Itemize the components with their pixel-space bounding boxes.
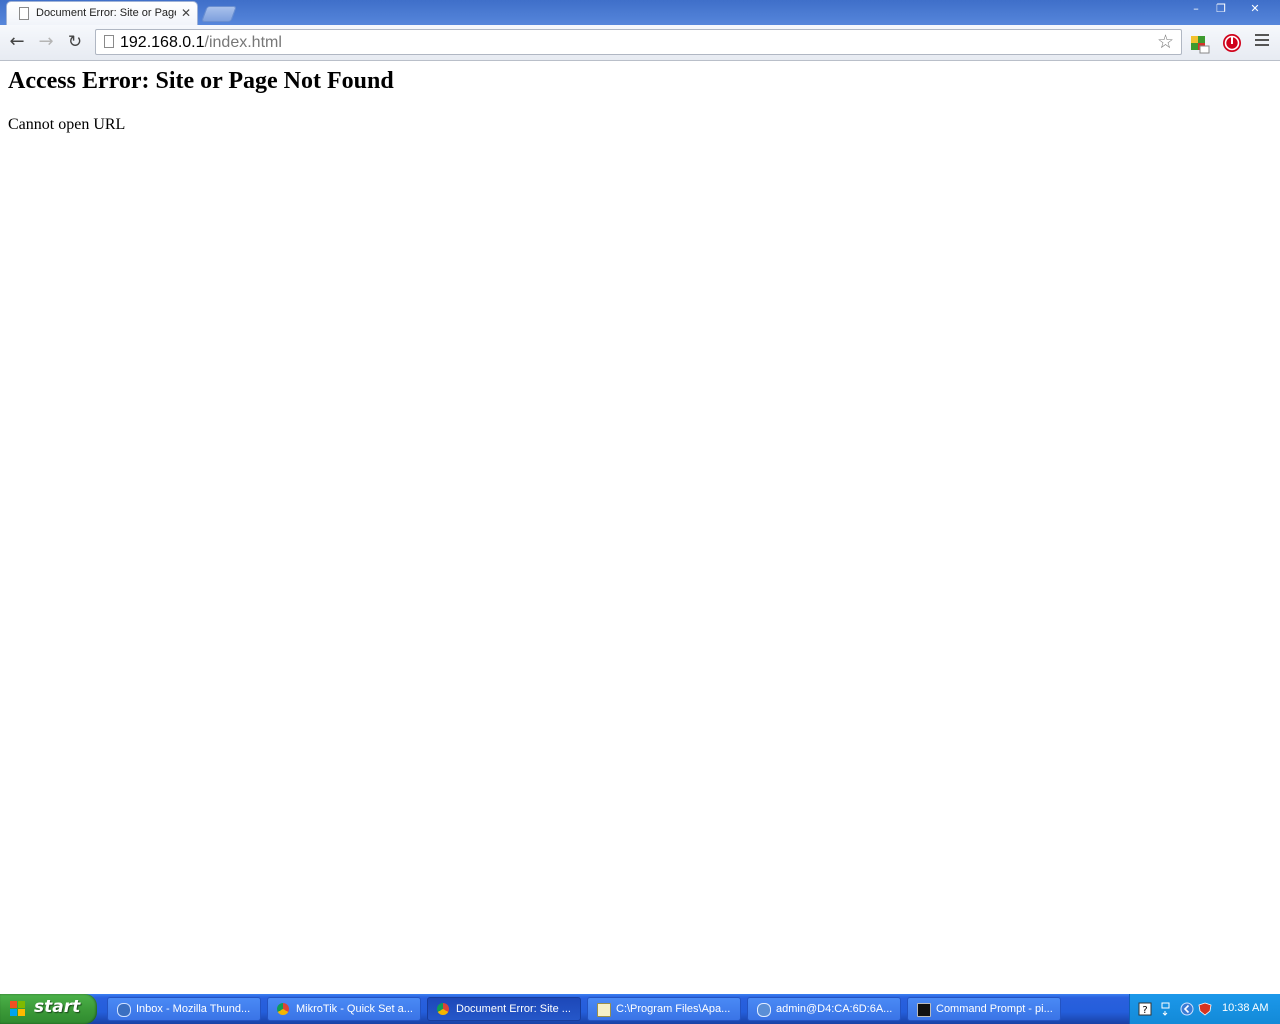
url-text[interactable]: 192.168.0.1/index.html (120, 34, 282, 52)
chrome-icon (277, 1003, 289, 1015)
system-tray: ? 10:38 AM (1129, 994, 1280, 1024)
taskbar-item-label: admin@D4:CA:6D:6A... (776, 1003, 893, 1015)
new-tab-button[interactable] (201, 6, 237, 22)
network-icon[interactable] (1159, 1002, 1173, 1016)
taskbar-item-notepad[interactable]: C:\Program Files\Apa... (587, 997, 741, 1021)
notepad-icon (597, 1003, 611, 1017)
maximize-button[interactable]: ❐ (1208, 0, 1234, 17)
extension-icon[interactable] (1190, 34, 1210, 54)
adblock-icon[interactable] (1222, 33, 1242, 53)
url-path: /index.html (204, 34, 282, 51)
tab-title: Document Error: Site or Page Not Found (36, 7, 176, 19)
address-bar[interactable]: 192.168.0.1/index.html ☆ (95, 29, 1182, 55)
svg-text:?: ? (1142, 1005, 1147, 1016)
taskbar-item-document-error[interactable]: Document Error: Site ... (427, 997, 581, 1021)
taskbar-item-command-prompt[interactable]: Command Prompt - pi... (907, 997, 1061, 1021)
winbox-icon (757, 1003, 771, 1017)
browser-toolbar: ← → ↻ 192.168.0.1/index.html ☆ (0, 25, 1280, 61)
close-window-button[interactable]: ✕ (1236, 0, 1274, 17)
tab-strip: Document Error: Site or Page Not Found ✕… (0, 0, 1280, 25)
cmd-icon (917, 1003, 931, 1017)
browser-window: Document Error: Site or Page Not Found ✕… (0, 0, 1280, 994)
windows-logo-icon (10, 1001, 25, 1016)
bookmark-star-icon[interactable]: ☆ (1157, 32, 1174, 52)
security-shield-icon[interactable] (1198, 1002, 1212, 1016)
taskbar: start Inbox - Mozilla Thund... MikroTik … (0, 994, 1280, 1024)
clock: 10:38 AM (1222, 1002, 1269, 1014)
start-label: start (34, 997, 81, 1017)
chrome-icon (437, 1003, 449, 1015)
chevron-left-icon[interactable] (1180, 1002, 1194, 1016)
close-icon[interactable]: ✕ (181, 5, 191, 21)
start-button[interactable]: start (0, 994, 97, 1024)
forward-button[interactable]: → (36, 32, 56, 52)
taskbar-item-label: Document Error: Site ... (456, 1003, 571, 1015)
taskbar-item-label: C:\Program Files\Apa... (616, 1003, 731, 1015)
page-icon (19, 7, 29, 20)
error-message: Cannot open URL (8, 116, 126, 133)
back-button[interactable]: ← (7, 32, 27, 52)
reload-button[interactable]: ↻ (65, 32, 85, 52)
help-icon[interactable]: ? (1138, 1002, 1152, 1016)
minimize-button[interactable]: – (1183, 0, 1209, 17)
page-content: Access Error: Site or Page Not Found Can… (0, 61, 1280, 994)
taskbar-item-label: Command Prompt - pi... (936, 1003, 1053, 1015)
taskbar-item-mikrotik[interactable]: MikroTik - Quick Set a... (267, 997, 421, 1021)
taskbar-item-label: MikroTik - Quick Set a... (296, 1003, 413, 1015)
taskbar-item-thunderbird[interactable]: Inbox - Mozilla Thund... (107, 997, 261, 1021)
thunderbird-icon (117, 1003, 131, 1017)
page-title: Access Error: Site or Page Not Found (8, 68, 394, 94)
taskbar-item-winbox[interactable]: admin@D4:CA:6D:6A... (747, 997, 901, 1021)
url-host: 192.168.0.1 (120, 34, 205, 51)
menu-icon[interactable] (1255, 34, 1271, 50)
page-icon (104, 35, 114, 48)
tab-active[interactable]: Document Error: Site or Page Not Found ✕ (6, 1, 198, 25)
taskbar-item-label: Inbox - Mozilla Thund... (136, 1003, 251, 1015)
